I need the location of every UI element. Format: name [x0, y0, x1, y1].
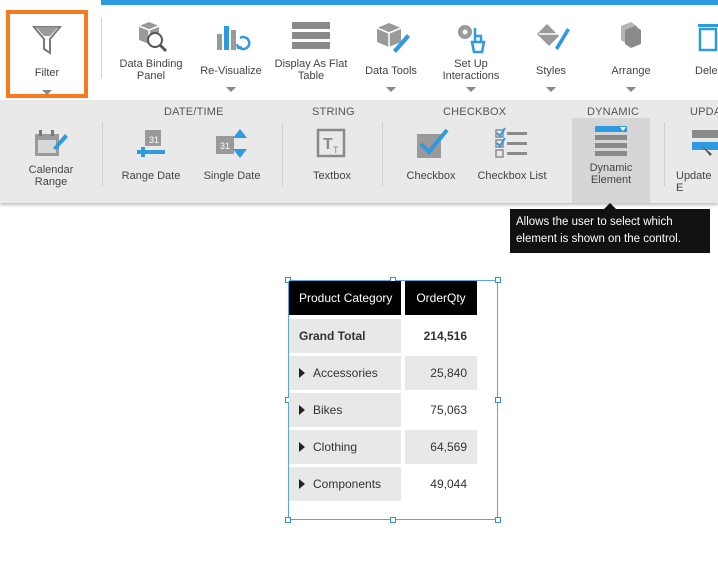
chevron-down-icon[interactable]: [386, 87, 396, 92]
paint-bucket-icon: [514, 20, 588, 56]
trash-icon: [696, 20, 718, 56]
divider: [102, 122, 103, 186]
flat-table-icon: [272, 20, 350, 56]
divider: [282, 122, 283, 186]
resize-handle[interactable]: [390, 517, 396, 523]
data-binding-panel-button[interactable]: Data Binding Panel: [112, 10, 190, 96]
filter-label: Filter: [34, 67, 60, 79]
dynamic-element-label: Dynamic Element: [589, 162, 633, 186]
svg-text:T: T: [333, 145, 339, 155]
calendar-slider-icon: 31: [114, 126, 188, 162]
expand-arrow-icon[interactable]: [299, 479, 305, 489]
arrange-label: Arrange: [611, 65, 651, 77]
divider: [664, 122, 665, 186]
table-row[interactable]: Clothing: [289, 430, 401, 464]
divider: [382, 122, 383, 186]
range-date-button[interactable]: 31 Range Date: [114, 120, 188, 200]
calendar-range-label: Calendar Range: [28, 164, 74, 188]
section-dynamic: DYNAMIC: [587, 106, 640, 118]
table-row-value: 64,569: [405, 430, 477, 464]
section-string: STRING: [312, 106, 355, 118]
table-row-value: 49,044: [430, 477, 467, 491]
arrange-button[interactable]: Arrange: [594, 10, 668, 96]
delete-label: Dele: [695, 65, 718, 77]
grand-total-label: Grand Total: [289, 319, 401, 353]
filter-button[interactable]: Filter: [6, 10, 88, 98]
flat-table-label: Display As Flat Table: [274, 58, 348, 82]
chevron-down-icon[interactable]: [546, 87, 556, 92]
single-date-label: Single Date: [203, 170, 261, 182]
styles-label: Styles: [536, 65, 566, 77]
chevron-down-icon[interactable]: [42, 90, 52, 95]
svg-text:31: 31: [220, 141, 230, 151]
table-row[interactable]: Components: [289, 467, 401, 501]
checkbox-button[interactable]: Checkbox: [396, 120, 466, 200]
table-row[interactable]: Bikes: [289, 393, 401, 427]
svg-text:31: 31: [149, 135, 159, 145]
update-label: Update E: [676, 170, 712, 194]
chevron-down-icon[interactable]: [466, 87, 476, 92]
textbox-icon: TT: [296, 126, 368, 162]
svg-text:T: T: [323, 136, 333, 153]
chevron-down-icon[interactable]: [226, 87, 236, 92]
expand-arrow-icon[interactable]: [299, 368, 305, 378]
column-header-product-category[interactable]: Product Category: [289, 281, 401, 315]
tooltip: Allows the user to select which element …: [510, 209, 710, 253]
funnel-icon: [10, 24, 84, 60]
resize-handle[interactable]: [495, 277, 501, 283]
checkbox-list-label: Checkbox List: [477, 170, 547, 182]
data-tools-label: Data Tools: [365, 65, 417, 77]
table-row-value: 75,063: [430, 403, 467, 417]
data-tools-icon: [356, 20, 426, 56]
calendar-range-button[interactable]: Calendar Range: [14, 120, 88, 200]
checkbox-icon: [396, 126, 466, 162]
column-header-orderqty[interactable]: OrderQty: [405, 281, 477, 315]
checkbox-list-button[interactable]: Checkbox List: [472, 120, 552, 200]
chevron-down-icon[interactable]: [626, 87, 636, 92]
divider: [101, 18, 102, 78]
single-date-button[interactable]: 31 Single Date: [196, 120, 268, 200]
display-as-flat-table-button[interactable]: Display As Flat Table: [272, 10, 350, 96]
data-binding-label: Data Binding Panel: [119, 58, 183, 82]
filter-ribbon: DATE/TIME STRING CHECKBOX DYNAMIC UPDA C…: [0, 100, 718, 203]
main-toolbar: Filter Data Binding Panel Re-Visualize Di…: [0, 0, 718, 100]
table-row-value: 25,840: [405, 356, 477, 390]
re-visualize-button[interactable]: Re-Visualize: [194, 10, 268, 96]
set-up-interactions-button[interactable]: Set Up Interactions: [432, 10, 510, 96]
resize-handle[interactable]: [285, 517, 291, 523]
dynamic-element-icon: [572, 124, 650, 160]
resize-handle[interactable]: [495, 517, 501, 523]
interactions-label: Set Up Interactions: [442, 58, 500, 82]
table-row[interactable]: Accessories: [289, 356, 401, 390]
layers-icon: [594, 20, 668, 56]
section-datetime: DATE/TIME: [164, 106, 224, 118]
accent-bar: [101, 0, 718, 5]
bar-chart-refresh-icon: [194, 20, 268, 56]
section-update: UPDA: [690, 106, 718, 118]
checklist-icon: [472, 126, 552, 162]
resize-handle[interactable]: [495, 397, 501, 403]
calendar-dropper-icon: [14, 126, 88, 162]
update-element-button[interactable]: Update E: [672, 120, 718, 200]
data-tools-button[interactable]: Data Tools: [356, 10, 426, 96]
update-icon: [690, 126, 718, 162]
grand-total-value: 214,516: [423, 329, 467, 343]
checkbox-label: Checkbox: [406, 170, 456, 182]
re-visualize-label: Re-Visualize: [200, 65, 262, 77]
section-checkbox: CHECKBOX: [443, 106, 507, 118]
styles-button[interactable]: Styles: [514, 10, 588, 96]
dynamic-element-button[interactable]: Dynamic Element: [572, 118, 650, 203]
gear-hand-icon: [432, 20, 510, 56]
data-binding-icon: [112, 20, 190, 56]
expand-arrow-icon[interactable]: [299, 405, 305, 415]
calendar-spinner-icon: 31: [196, 126, 268, 162]
textbox-button[interactable]: TT Textbox: [296, 120, 368, 200]
expand-arrow-icon[interactable]: [299, 442, 305, 452]
delete-button[interactable]: Dele: [686, 10, 718, 96]
range-date-label: Range Date: [121, 170, 181, 182]
textbox-label: Textbox: [313, 170, 351, 182]
